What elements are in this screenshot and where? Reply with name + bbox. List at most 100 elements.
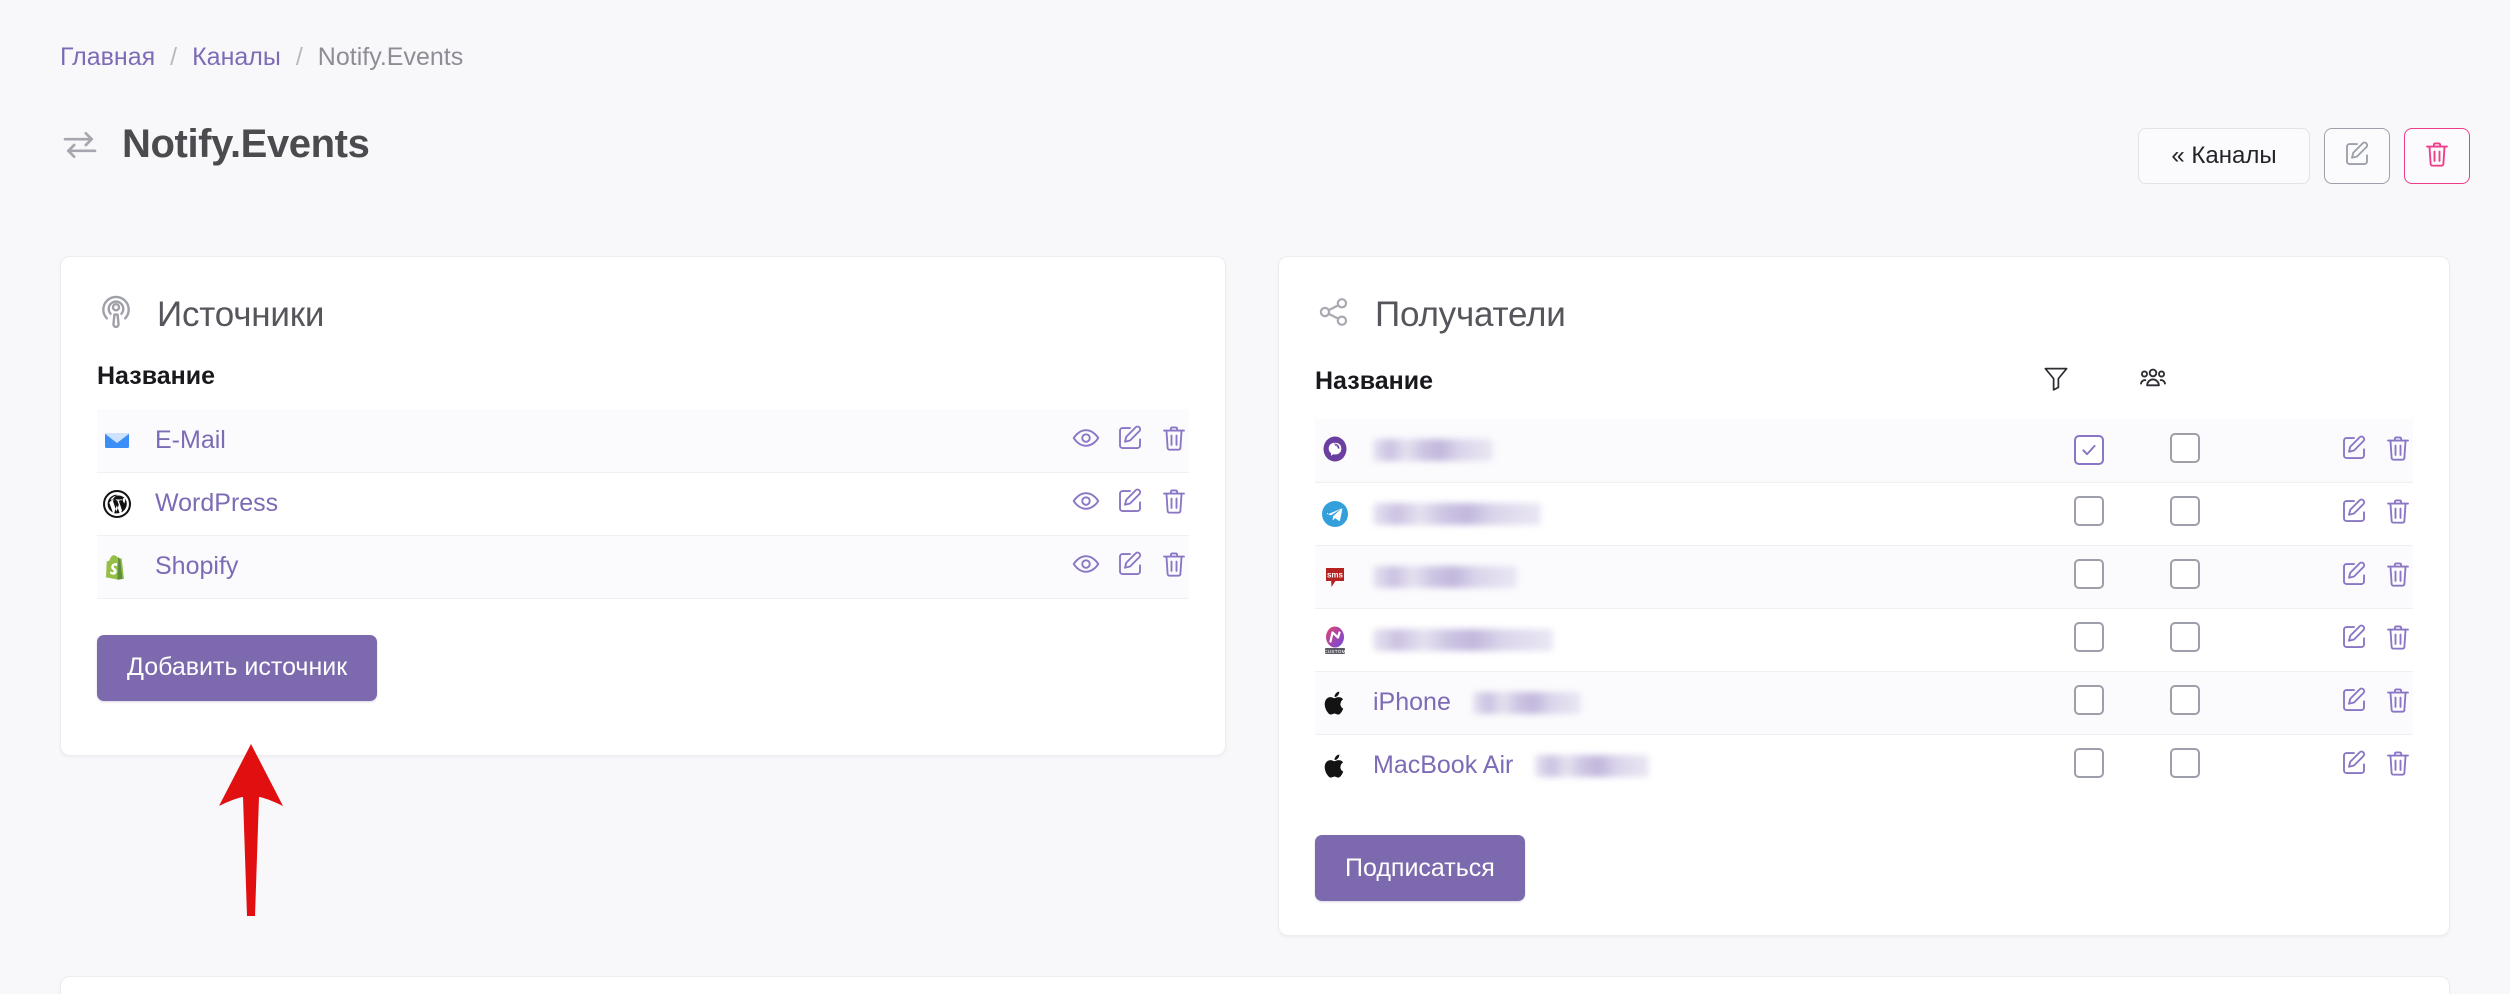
group-checkbox[interactable] <box>2170 748 2200 779</box>
edit-icon[interactable] <box>2339 685 2369 715</box>
email-icon <box>101 424 133 456</box>
eye-icon[interactable] <box>1071 549 1101 579</box>
sources-table: Название E-Mail WordPress Shopify <box>97 336 1189 599</box>
edit-icon[interactable] <box>2339 748 2369 778</box>
table-row[interactable]: MacBook Air <box>1315 734 2413 797</box>
recipients-col-filter <box>2041 336 2137 419</box>
filter-checkbox[interactable] <box>2074 496 2104 526</box>
trash-icon[interactable] <box>1159 486 1189 516</box>
filter-funnel-icon <box>2041 367 2071 399</box>
group-checkbox[interactable] <box>2170 496 2200 526</box>
trash-icon[interactable] <box>1159 423 1189 453</box>
group-checkbox[interactable] <box>2170 685 2200 715</box>
trash-icon[interactable] <box>1159 549 1189 579</box>
sources-card-header: Источники <box>61 257 1225 336</box>
redacted-recipient-name <box>1373 565 1517 588</box>
trash-icon[interactable] <box>2383 496 2413 526</box>
group-checkbox[interactable] <box>2170 432 2200 463</box>
subscribe-button[interactable]: Подписаться <box>1315 835 1525 901</box>
page-root: Главная / Каналы / Notify.Events Notify.… <box>0 0 2510 994</box>
redacted-recipient-name <box>1535 754 1650 777</box>
breadcrumb-separator: / <box>170 43 178 71</box>
filter-checkbox[interactable] <box>2074 559 2104 589</box>
header-actions: « Каналы <box>2138 128 2470 184</box>
sources-card: Источники Название E-Mail WordPress Shop… <box>60 256 1226 756</box>
trash-icon[interactable] <box>2383 748 2413 778</box>
delete-channel-button[interactable] <box>2404 128 2470 184</box>
recipient-name[interactable]: iPhone <box>1373 688 1451 717</box>
trash-icon[interactable] <box>2383 559 2413 589</box>
viber-icon <box>1319 434 1351 466</box>
group-checkbox[interactable] <box>2170 559 2200 589</box>
sms-icon: sms <box>1319 561 1351 593</box>
table-row[interactable]: iPhone <box>1315 671 2413 734</box>
recipients-table-body: sms CUSTOM iPhone MacBook Air <box>1315 419 2413 797</box>
trash-icon[interactable] <box>2383 622 2413 652</box>
custom-app-icon: CUSTOM <box>1319 624 1351 656</box>
breadcrumb-item-channels[interactable]: Каналы <box>192 42 281 72</box>
edit-icon[interactable] <box>2339 496 2369 526</box>
trash-icon <box>2422 139 2452 174</box>
page-title: Notify.Events <box>122 122 370 166</box>
page-title-row: Notify.Events <box>60 122 370 167</box>
recipients-col-name: Название <box>1315 367 1434 395</box>
recipients-card-title: Получатели <box>1375 294 1566 334</box>
trash-icon[interactable] <box>2383 433 2413 463</box>
group-checkbox[interactable] <box>2170 622 2200 652</box>
filter-checkbox[interactable] <box>2074 748 2104 779</box>
bottom-partial-card <box>60 976 2450 994</box>
filter-checkbox[interactable] <box>2074 685 2104 715</box>
edit-icon[interactable] <box>1115 486 1145 516</box>
breadcrumb: Главная / Каналы / Notify.Events <box>60 42 463 72</box>
eye-icon[interactable] <box>1071 486 1101 516</box>
sources-card-title: Источники <box>157 294 325 334</box>
filter-checkbox[interactable] <box>2074 622 2104 652</box>
wordpress-icon <box>101 488 133 520</box>
redacted-recipient-name <box>1373 439 1493 462</box>
edit-icon <box>2342 139 2372 174</box>
filter-checkbox[interactable] <box>2074 435 2104 466</box>
users-group-icon <box>2137 368 2169 400</box>
table-row[interactable]: sms <box>1315 545 2413 608</box>
table-row[interactable]: E-Mail <box>97 409 1189 472</box>
eye-icon[interactable] <box>1071 423 1101 453</box>
red-up-arrow-annotation <box>205 740 297 925</box>
table-row[interactable] <box>1315 482 2413 545</box>
table-row[interactable]: Shopify <box>97 535 1189 598</box>
recipients-table: Название sms CUSTOM iPhone MacBook Air <box>1315 336 2413 797</box>
table-row[interactable]: CUSTOM <box>1315 608 2413 671</box>
recipients-card: Получатели Название sms CUSTOM iPhone Ma… <box>1278 256 2450 936</box>
breadcrumb-item-current: Notify.Events <box>317 43 464 71</box>
apple-icon <box>1319 750 1351 782</box>
recipients-card-header: Получатели <box>1279 257 2449 336</box>
source-name[interactable]: Shopify <box>155 552 238 581</box>
redacted-recipient-name <box>1373 628 1553 651</box>
redacted-recipient-name <box>1472 691 1581 714</box>
edit-icon[interactable] <box>1115 549 1145 579</box>
svg-text:sms: sms <box>1327 570 1344 579</box>
telegram-icon <box>1319 498 1351 530</box>
redacted-recipient-name <box>1373 502 1541 525</box>
breadcrumb-separator: / <box>295 43 303 71</box>
back-to-channels-button[interactable]: « Каналы <box>2138 128 2310 184</box>
edit-icon[interactable] <box>1115 423 1145 453</box>
edit-icon[interactable] <box>2339 622 2369 652</box>
edit-icon[interactable] <box>2339 433 2369 463</box>
recipients-table-header-row: Название <box>1315 336 2413 419</box>
table-row[interactable]: WordPress <box>97 472 1189 535</box>
source-name[interactable]: E-Mail <box>155 426 226 455</box>
add-source-button[interactable]: Добавить источник <box>97 634 378 701</box>
share-nodes-icon <box>1315 293 1353 336</box>
edit-channel-button[interactable] <box>2324 128 2390 184</box>
exchange-arrows-icon <box>60 125 100 165</box>
edit-icon[interactable] <box>2339 559 2369 589</box>
recipient-name[interactable]: MacBook Air <box>1373 751 1513 780</box>
trash-icon[interactable] <box>2383 685 2413 715</box>
svg-text:CUSTOM: CUSTOM <box>1324 648 1346 653</box>
source-name[interactable]: WordPress <box>155 489 278 518</box>
table-row[interactable] <box>1315 419 2413 482</box>
breadcrumb-item-home[interactable]: Главная <box>60 42 155 72</box>
recipients-col-group <box>2137 336 2233 419</box>
apple-icon <box>1319 687 1351 719</box>
sources-col-name: Название <box>97 362 216 390</box>
